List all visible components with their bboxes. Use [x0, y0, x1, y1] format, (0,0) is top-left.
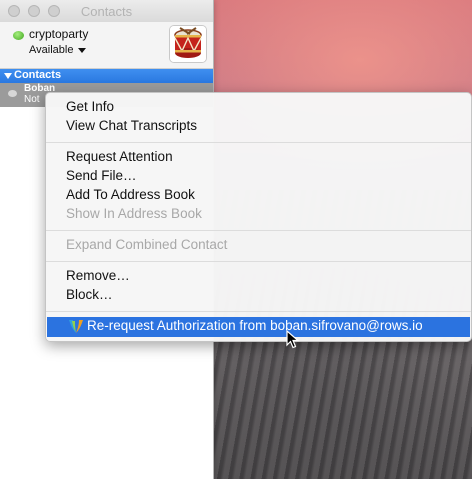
- xmpp-protocol-icon: [68, 319, 84, 334]
- account-panel: cryptoparty Available: [0, 22, 213, 69]
- menu-item-view-chat-transcripts[interactable]: View Chat Transcripts: [46, 117, 471, 136]
- menu-item-label: Request Attention: [66, 149, 173, 164]
- menu-item-show-in-address-book: Show In Address Book: [46, 205, 471, 224]
- group-label: Contacts: [14, 69, 62, 81]
- menu-item-send-file[interactable]: Send File…: [46, 167, 471, 186]
- status-offline-icon: [8, 90, 17, 97]
- menu-item-label: Remove…: [66, 268, 130, 283]
- menu-item-label: Re-request Authorization from boban.sifr…: [87, 318, 423, 333]
- menu-item-block[interactable]: Block…: [46, 286, 471, 305]
- contacts-group-header[interactable]: Contacts: [0, 69, 213, 83]
- menu-item-label: Block…: [66, 287, 113, 302]
- title-bar[interactable]: Contacts: [0, 0, 213, 22]
- menu-item-label: Send File…: [66, 168, 137, 183]
- menu-separator: [46, 142, 471, 143]
- menu-item-label: Get Info: [66, 99, 115, 114]
- menu-item-label: Add To Address Book: [66, 187, 195, 202]
- menu-item-request-attention[interactable]: Request Attention: [46, 148, 471, 167]
- menu-item-re-request-authorization[interactable]: Re-request Authorization from boban.sifr…: [47, 317, 470, 337]
- menu-item-get-info[interactable]: Get Info: [46, 98, 471, 117]
- menu-item-remove[interactable]: Remove…: [46, 267, 471, 286]
- menu-item-label: Expand Combined Contact: [66, 237, 228, 252]
- menu-item-add-to-address-book[interactable]: Add To Address Book: [46, 186, 471, 205]
- menu-separator: [46, 311, 471, 312]
- window-title: Contacts: [80, 4, 133, 19]
- menu-separator: [46, 230, 471, 231]
- mouse-pointer-icon: [286, 330, 300, 349]
- availability-label: Available: [29, 44, 74, 56]
- contact-status: Not: [24, 94, 40, 105]
- menu-item-expand-combined-contact: Expand Combined Contact: [46, 236, 471, 255]
- account-name[interactable]: cryptoparty: [29, 27, 88, 41]
- context-menu: Get Info View Chat Transcripts Request A…: [45, 92, 472, 342]
- menu-item-label: View Chat Transcripts: [66, 118, 198, 133]
- menu-item-label: Show In Address Book: [66, 206, 202, 221]
- menu-separator: [46, 261, 471, 262]
- chevron-down-icon: [78, 47, 87, 53]
- availability-selector[interactable]: Available: [29, 44, 87, 56]
- disclosure-triangle-icon[interactable]: [4, 73, 12, 79]
- status-available-icon: [13, 31, 24, 40]
- drum-avatar-icon[interactable]: [169, 25, 207, 63]
